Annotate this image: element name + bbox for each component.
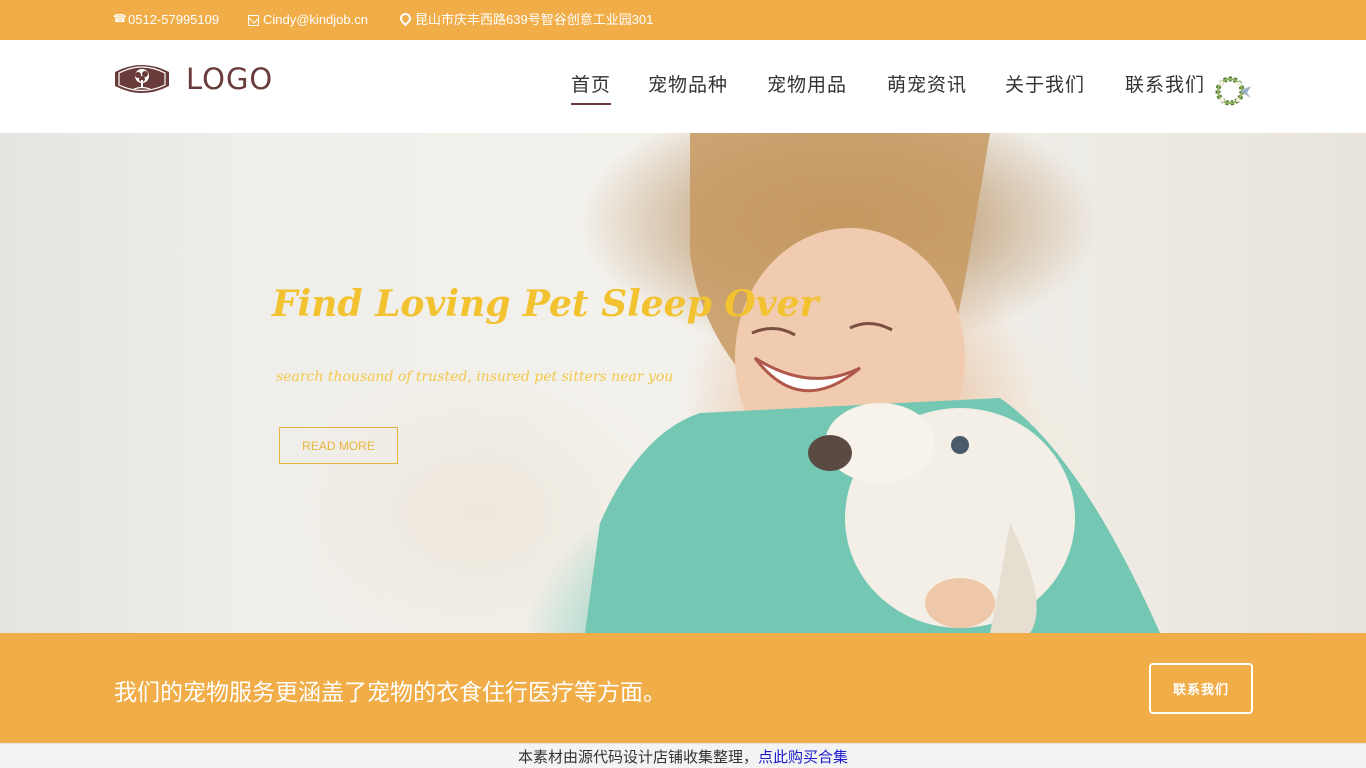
map-pin-icon bbox=[397, 10, 414, 27]
nav-item-contact-us[interactable]: 联系我们 bbox=[1125, 70, 1205, 97]
hero-subtitle: search thousand of trusted, insured pet … bbox=[276, 369, 674, 385]
nav-item-home[interactable]: 首页 bbox=[571, 70, 612, 105]
phone-number: 0512-57995109 bbox=[128, 12, 220, 27]
footer-note: 本素材由源代码设计店铺收集整理， 点此购买合集 bbox=[0, 743, 1366, 768]
address-text: 昆山市庆丰西路639号智谷创意工业园301 bbox=[415, 12, 654, 27]
nav-item-about-us[interactable]: 关于我们 bbox=[1005, 70, 1085, 97]
contact-us-button[interactable]: 联系我们 bbox=[1149, 663, 1253, 714]
hero-banner: Find Loving Pet Sleep Over search thousa… bbox=[0, 133, 1366, 633]
service-banner-text: 我们的宠物服务更涵盖了宠物的衣食住行医疗等方面。 bbox=[114, 680, 666, 706]
email-address[interactable]: Cindy@kindjob.cn bbox=[263, 0, 368, 40]
hero-photo bbox=[585, 133, 1160, 633]
phone-icon bbox=[113, 14, 127, 26]
nav-item-pet-breeds[interactable]: 宠物品种 bbox=[648, 70, 728, 97]
hero-title: Find Loving Pet Sleep Over bbox=[272, 283, 819, 325]
phone-contact: 0512-57995109 bbox=[113, 0, 219, 40]
top-contact-bar: 0512-57995109 Cindy@kindjob.cn 昆山市庆丰西路63… bbox=[0, 0, 1366, 40]
mail-icon bbox=[248, 14, 259, 26]
nav-item-pet-news[interactable]: 萌宠资讯 bbox=[887, 70, 967, 97]
read-more-button[interactable]: READ MORE bbox=[279, 427, 398, 464]
buy-collection-link[interactable]: 点此购买合集 bbox=[758, 746, 848, 767]
flower-wreath-icon bbox=[1215, 76, 1251, 106]
address-contact: 昆山市庆丰西路639号智谷创意工业园301 bbox=[397, 0, 654, 40]
main-nav: 首页 宠物品种 宠物用品 萌宠资讯 关于我们 联系我们 bbox=[0, 68, 1366, 108]
nav-item-pet-supplies[interactable]: 宠物用品 bbox=[767, 70, 847, 97]
footer-note-text: 本素材由源代码设计店铺收集整理， bbox=[517, 747, 758, 766]
email-contact[interactable]: Cindy@kindjob.cn bbox=[248, 0, 368, 40]
service-banner: 我们的宠物服务更涵盖了宠物的衣食住行医疗等方面。 联系我们 bbox=[0, 633, 1366, 743]
site-header: LOGO 首页 宠物品种 宠物用品 萌宠资讯 关于我们 联系我们 bbox=[0, 40, 1366, 133]
